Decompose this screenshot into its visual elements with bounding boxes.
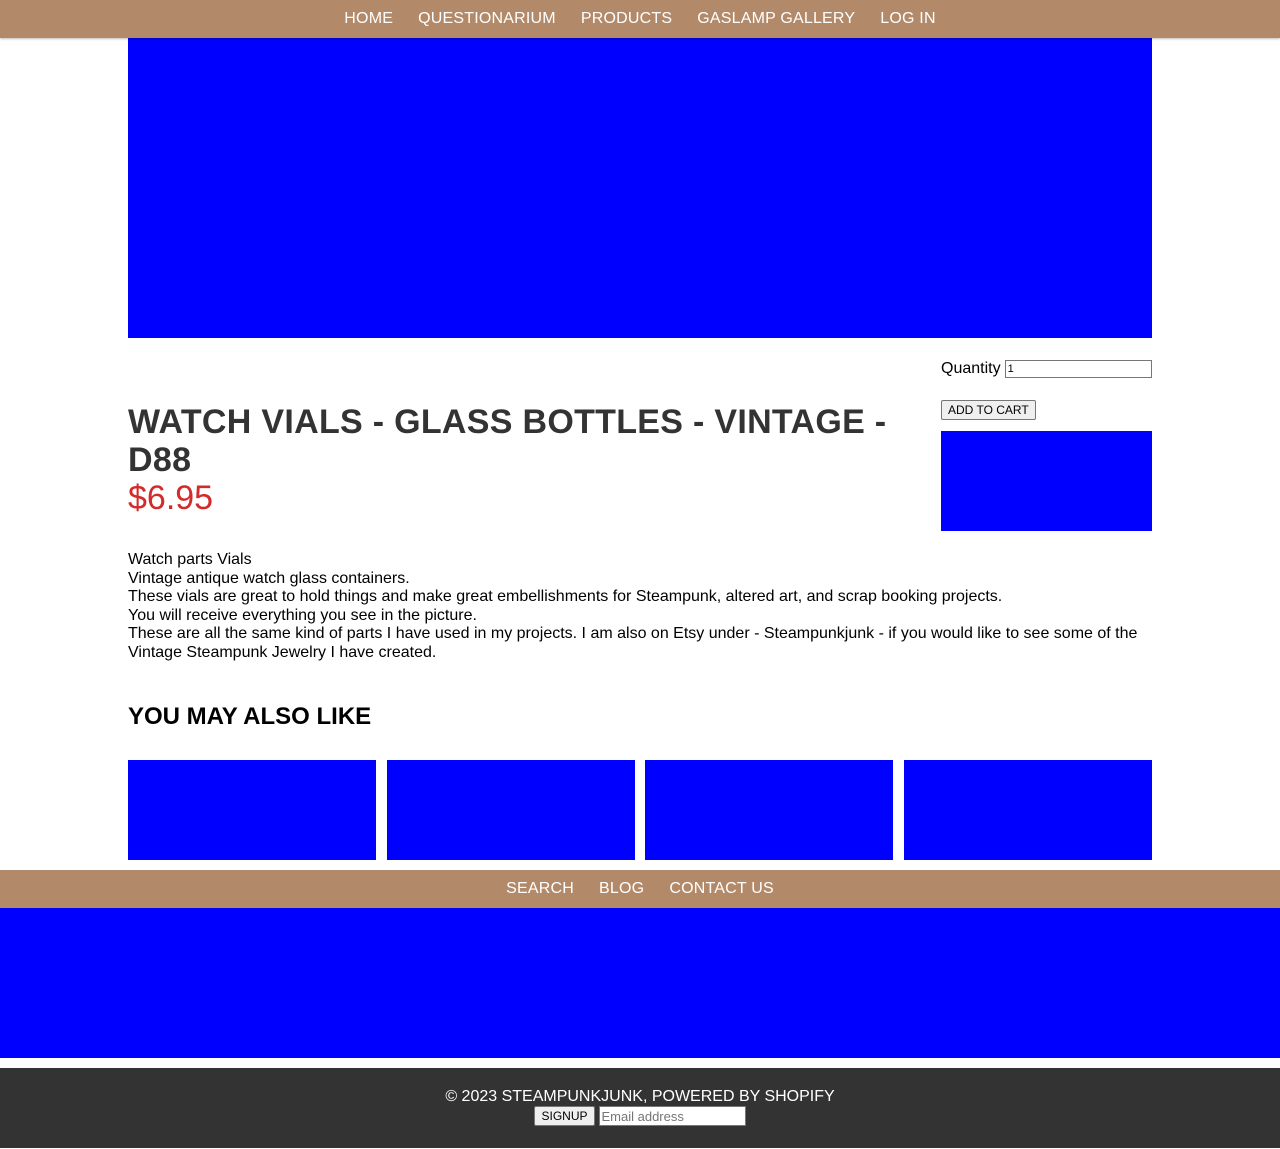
related-product-image[interactable]	[903, 760, 1152, 860]
footer-contact-us-link[interactable]: CONTACT US	[669, 880, 774, 898]
related-product-image[interactable]	[645, 760, 894, 860]
product-thumbnail[interactable]	[941, 431, 1152, 531]
signup-button[interactable]: SIGNUP	[534, 1106, 595, 1126]
nav-products-link[interactable]: PRODUCTS	[581, 10, 672, 28]
top-navigation: HOME QUESTIONARIUM PRODUCTS GASLAMP GALL…	[0, 0, 1280, 38]
newsletter-signup: SIGNUP	[0, 1106, 1280, 1126]
footer-blog-link[interactable]: BLOG	[599, 880, 644, 898]
nav-questionarium-link[interactable]: QUESTIONARIUM	[418, 10, 556, 28]
site-footer: © 2023 STEAMPUNKJUNK, POWERED BY SHOPIFY…	[0, 1068, 1280, 1148]
description-line: Watch parts Vials	[128, 551, 252, 568]
related-product-image[interactable]	[128, 760, 376, 860]
product-description: Watch parts Vials Vintage antique watch …	[128, 551, 1152, 662]
footer-search-link[interactable]: SEARCH	[506, 880, 574, 898]
nav-log-in-link[interactable]: LOG IN	[880, 10, 935, 28]
email-input[interactable]	[598, 1106, 746, 1126]
footer-navigation: SEARCH BLOG CONTACT US	[0, 870, 1280, 908]
product-title-block: WATCH VIALS - GLASS BOTTLES - VINTAGE - …	[128, 403, 918, 517]
nav-gaslamp-gallery-link[interactable]: GASLAMP GALLERY	[697, 10, 855, 28]
description-line: These are all the same kind of parts I h…	[128, 625, 1138, 661]
related-products-heading: YOU MAY ALSO LIKE	[128, 703, 372, 730]
quantity-label: Quantity	[941, 360, 1001, 377]
product-main-image[interactable]	[128, 38, 1152, 338]
add-to-cart-button[interactable]: ADD TO CART	[941, 400, 1036, 420]
nav-home-link[interactable]: HOME	[344, 10, 393, 28]
description-line: These vials are great to hold things and…	[128, 588, 1003, 605]
product-price: $6.95	[128, 479, 214, 517]
description-line: Vintage antique watch glass containers.	[128, 569, 410, 587]
description-line: You will receive everything you see in t…	[128, 606, 477, 624]
copyright-text: © 2023 STEAMPUNKJUNK, POWERED BY SHOPIFY	[445, 1088, 835, 1105]
purchase-form: Quantity ADD TO CART	[941, 358, 1152, 420]
footer-banner-image	[0, 908, 1280, 1058]
quantity-row: Quantity	[941, 358, 1152, 380]
product-title: WATCH VIALS - GLASS BOTTLES - VINTAGE - …	[128, 403, 887, 479]
related-product-image[interactable]	[386, 760, 635, 860]
related-products-grid	[128, 760, 1152, 860]
quantity-input[interactable]	[1004, 360, 1152, 378]
